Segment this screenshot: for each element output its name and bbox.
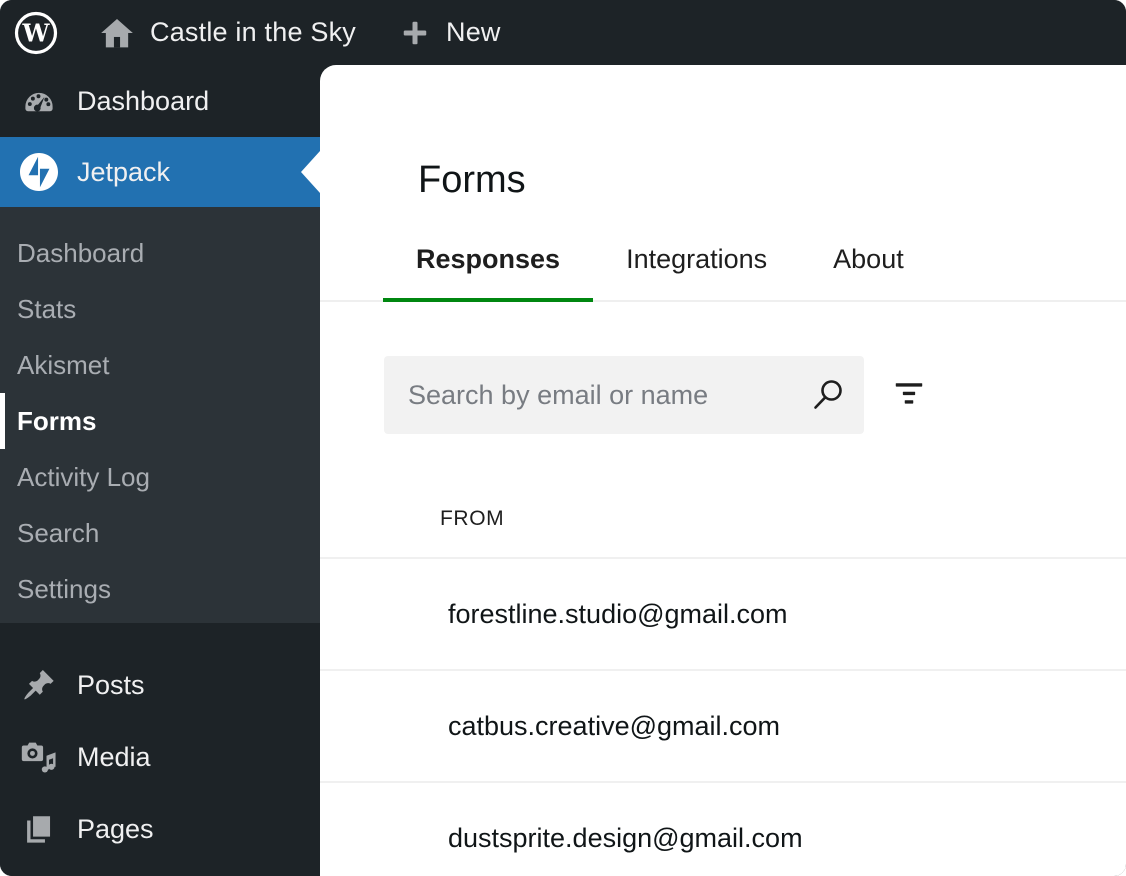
response-from-email: forestline.studio@gmail.com (448, 599, 788, 630)
menu-separator (0, 623, 320, 649)
tab-about[interactable]: About (800, 228, 937, 300)
response-from-email: catbus.creative@gmail.com (448, 711, 780, 742)
wordpress-admin-screen: W Castle in the Sky New (0, 0, 1126, 876)
filter-icon (892, 378, 926, 412)
sidebar-item-media[interactable]: Media (0, 721, 320, 793)
tab-responses[interactable]: Responses (383, 228, 593, 300)
page-title: Forms (418, 161, 526, 199)
tab-integrations[interactable]: Integrations (593, 228, 800, 300)
forms-content-panel: Forms Responses Integrations About (320, 65, 1126, 876)
wordpress-logo-button[interactable]: W (14, 11, 58, 55)
sidebar-item-posts[interactable]: Posts (0, 649, 320, 721)
filter-button[interactable] (892, 378, 926, 412)
new-content-button[interactable]: New (396, 17, 501, 48)
sidebar-item-label: Media (77, 742, 151, 773)
jetpack-submenu: Dashboard Stats Akismet Forms Activity L… (0, 207, 320, 623)
sidebar-item-pages[interactable]: Pages (0, 793, 320, 865)
jetpack-submenu-dashboard[interactable]: Dashboard (0, 225, 320, 281)
media-icon (20, 739, 58, 775)
plus-icon (396, 18, 434, 48)
table-row[interactable]: catbus.creative@gmail.com (320, 671, 1126, 783)
jetpack-icon (20, 152, 58, 192)
current-menu-arrow (301, 151, 320, 193)
pages-icon (20, 812, 58, 846)
table-row[interactable]: dustsprite.design@gmail.com (320, 783, 1126, 876)
jetpack-submenu-forms[interactable]: Forms (0, 393, 320, 449)
search-icon (810, 377, 846, 413)
tab-bar: Responses Integrations About (320, 228, 1126, 302)
sidebar-item-label: Posts (77, 670, 145, 701)
column-header-from: FROM (320, 501, 1126, 559)
table-row[interactable]: forestline.studio@gmail.com (320, 559, 1126, 671)
jetpack-submenu-activity-log[interactable]: Activity Log (0, 449, 320, 505)
search-input[interactable] (384, 356, 864, 434)
site-name-label: Castle in the Sky (150, 17, 356, 48)
svg-text:W: W (22, 18, 51, 47)
pushpin-icon (20, 668, 58, 702)
wordpress-logo-icon: W (14, 11, 58, 55)
sidebar-item-label: Pages (77, 814, 154, 845)
admin-bar: W Castle in the Sky New (0, 0, 1126, 65)
sidebar-item-label: Jetpack (77, 157, 170, 188)
response-from-email: dustsprite.design@gmail.com (448, 823, 803, 854)
new-label: New (446, 17, 501, 48)
sidebar-item-label: Dashboard (77, 86, 209, 117)
admin-sidebar: Dashboard Jetpack Dashboard Stats Akisme… (0, 65, 320, 876)
home-icon (98, 15, 136, 51)
responses-toolbar (384, 356, 926, 434)
jetpack-submenu-settings[interactable]: Settings (0, 561, 320, 617)
sidebar-item-dashboard[interactable]: Dashboard (0, 65, 320, 137)
sidebar-item-jetpack[interactable]: Jetpack (0, 137, 320, 207)
dashboard-gauge-icon (20, 84, 58, 118)
responses-table: FROM forestline.studio@gmail.com catbus.… (320, 501, 1126, 876)
site-name-link[interactable]: Castle in the Sky (98, 15, 356, 51)
jetpack-submenu-akismet[interactable]: Akismet (0, 337, 320, 393)
jetpack-submenu-stats[interactable]: Stats (0, 281, 320, 337)
jetpack-submenu-search[interactable]: Search (0, 505, 320, 561)
search-input-wrapper (384, 356, 864, 434)
